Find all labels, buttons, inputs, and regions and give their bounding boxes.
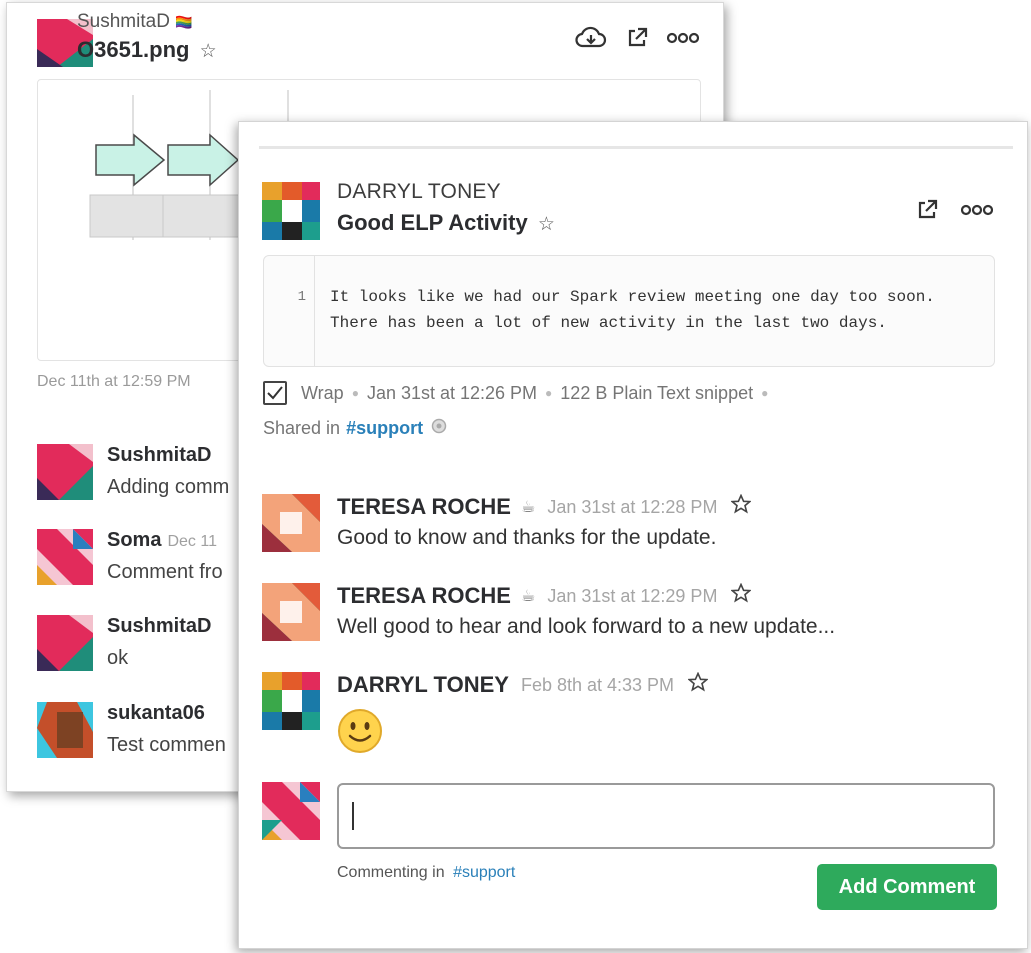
checkmark-icon [267,386,283,400]
comment-text: Test commen [107,734,226,756]
preview-timestamp: Dec 11th at 12:59 PM [37,373,191,390]
snippet-detail-panel: DARRYL TONEY Good ELP Activity ☆ 1 It lo… [238,121,1028,949]
comment-author[interactable]: SushmitaD [107,444,211,466]
divider [259,146,1013,149]
list-item: TERESA ROCHE ☕ Jan 31st at 12:29 PM Well… [262,582,1002,653]
external-link-icon[interactable] [625,26,649,50]
list-item: DARRYL TONEY Feb 8th at 4:33 PM [262,671,1002,762]
comment-author[interactable]: SushmitaD [107,615,211,637]
comment-input[interactable] [337,783,995,849]
star-icon[interactable]: ☆ [200,41,217,62]
info-icon[interactable] [431,418,447,439]
code-line: It looks like we had our Spark review me… [330,288,935,306]
comment-text: Adding comm [107,476,230,498]
avatar [262,182,320,240]
message-text: Good to know and thanks for the update. [337,526,717,549]
message-time[interactable]: Jan 31st at 12:29 PM [547,586,717,607]
comment-author[interactable]: Soma [107,529,161,551]
separator-dot: ● [761,386,769,400]
external-link-icon[interactable] [915,198,939,222]
comment-text: Comment fro [107,561,223,583]
star-icon[interactable] [730,582,753,609]
cloud-download-icon[interactable] [575,25,607,51]
comment-time[interactable]: Dec 11 [167,533,217,550]
avatar [37,615,93,671]
code-line: There has been a lot of new activity in … [330,314,887,332]
commenting-in: Commenting in #support [337,864,515,882]
snippet-meta: Wrap ● Jan 31st at 12:26 PM ● 122 B Plai… [263,381,776,405]
file-title: O3651.png ☆ [77,37,217,62]
list-item: TERESA ROCHE ☕ Jan 31st at 12:28 PM Good… [262,493,1002,564]
message-time[interactable]: Jan 31st at 12:28 PM [547,497,717,518]
star-icon[interactable]: ☆ [538,214,555,235]
avatar [262,583,320,641]
star-icon[interactable] [687,671,709,698]
file-uploader[interactable]: SushmitaD 🏳️‍🌈 [77,11,193,33]
avatar [262,672,320,730]
coffee-icon: ☕ [520,588,536,605]
shared-label: Shared in [263,418,341,438]
add-comment-button[interactable]: Add Comment [817,864,997,910]
commenting-label: Commenting in [337,864,445,881]
coffee-icon: ☕ [520,499,536,516]
snippet-size-type: 122 B Plain Text snippet [560,382,754,403]
avatar [37,702,93,758]
comment-text: ok [107,647,129,669]
star-icon[interactable] [730,493,753,520]
separator-dot: ● [351,386,359,400]
avatar [37,529,93,585]
code-snippet: 1 It looks like we had our Spark review … [263,255,995,367]
snippet-date[interactable]: Jan 31st at 12:26 PM [367,383,537,404]
smile-emoji-icon [338,709,382,753]
snippet-author[interactable]: DARRYL TONEY [337,180,501,204]
avatar [262,494,320,552]
text-caret [352,802,354,830]
line-gutter: 1 [264,256,315,366]
avatar [262,782,320,840]
message-author[interactable]: TERESA ROCHE [337,494,511,520]
channel-link[interactable]: #support [346,418,423,439]
channel-link[interactable]: #support [453,864,515,881]
avatar [37,444,93,500]
wrap-label[interactable]: Wrap [301,383,344,404]
comment-author[interactable]: sukanta06 [107,702,205,724]
message-text: Well good to hear and look forward to a … [337,615,836,638]
snippet-title: Good ELP Activity ☆ [337,210,555,235]
message-author[interactable]: TERESA ROCHE [337,583,511,609]
line-number: 1 [297,289,306,305]
status-badge: 🏳️‍🌈 [175,14,193,30]
more-icon[interactable] [961,204,993,216]
separator-dot: ● [545,386,553,400]
wrap-checkbox[interactable] [263,381,287,405]
message-author[interactable]: DARRYL TONEY [337,672,509,698]
more-icon[interactable] [667,32,699,44]
message-time[interactable]: Feb 8th at 4:33 PM [521,675,674,696]
shared-in: Shared in #support [263,418,447,439]
